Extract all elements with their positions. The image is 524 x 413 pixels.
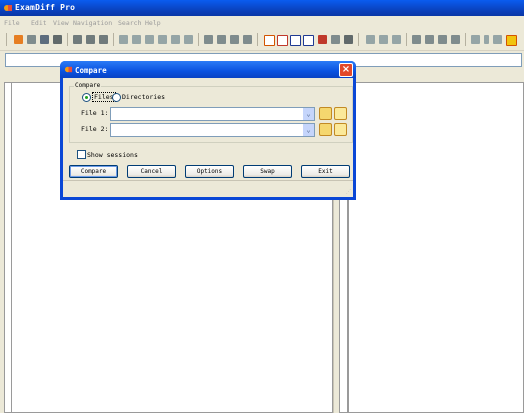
layout5-icon[interactable] (318, 35, 327, 44)
findprev-icon[interactable] (438, 35, 447, 44)
open-compare-icon[interactable] (14, 35, 23, 44)
toolbar-separator (358, 33, 359, 46)
layout4-icon[interactable] (303, 35, 314, 46)
undo-icon[interactable] (204, 35, 213, 44)
app-titlebar: ExamDiff Pro (0, 0, 524, 16)
resize-grip-icon[interactable]: ⋰ (346, 189, 351, 195)
toolbar-separator (67, 33, 68, 46)
files-radio[interactable] (82, 93, 91, 102)
redo-icon[interactable] (217, 35, 226, 44)
menu-file[interactable]: File (4, 19, 20, 27)
menu-navigation[interactable]: Navigation (73, 19, 112, 27)
file2-label: File 2: (81, 125, 109, 133)
edit2-icon[interactable] (132, 35, 141, 44)
open-file2-icon[interactable] (334, 123, 347, 136)
updown-icon[interactable] (379, 35, 388, 44)
refresh-icon[interactable] (451, 35, 460, 44)
dropdown-icon[interactable] (484, 35, 489, 44)
edit4-icon[interactable] (158, 35, 167, 44)
options-icon[interactable] (493, 35, 502, 44)
menu-view[interactable]: View (53, 19, 69, 27)
app-title: ExamDiff Pro (15, 3, 76, 12)
compare-group: Compare Files Directories File 1: ⌄ File… (69, 82, 353, 143)
dialog-body: Compare Files Directories File 1: ⌄ File… (63, 78, 353, 197)
menu-help[interactable]: Help (145, 19, 161, 27)
up-icon[interactable] (366, 35, 375, 44)
dialog-app-icon (64, 65, 73, 76)
right-pane[interactable] (348, 82, 524, 413)
new-icon[interactable] (27, 35, 36, 44)
find-icon[interactable] (412, 35, 421, 44)
layout1-icon[interactable] (264, 35, 275, 46)
dialog-title: Compare (75, 66, 107, 75)
toolbar-separator (113, 33, 114, 46)
edit3-icon[interactable] (145, 35, 154, 44)
down-icon[interactable] (392, 35, 401, 44)
browse-file2-icon[interactable] (319, 123, 332, 136)
chevron-down-icon[interactable]: ⌄ (303, 108, 314, 120)
print-icon[interactable] (53, 35, 62, 44)
exit-button[interactable]: Exit (301, 165, 350, 178)
filter-icon[interactable] (331, 35, 340, 44)
view1-icon[interactable] (73, 35, 82, 44)
edit6-icon[interactable] (184, 35, 193, 44)
group-label: Compare (74, 82, 102, 89)
directories-radio-label[interactable]: Directories (122, 93, 165, 101)
block-icon[interactable] (344, 35, 353, 44)
layout3-icon[interactable] (290, 35, 301, 46)
browse-file1-icon[interactable] (319, 107, 332, 120)
close-icon[interactable]: × (339, 63, 353, 77)
toolbar-separator (406, 33, 407, 46)
toolbar-separator (6, 33, 7, 46)
next-icon[interactable] (230, 35, 239, 44)
toolbar-separator (257, 33, 258, 46)
findnext-icon[interactable] (425, 35, 434, 44)
menu-search[interactable]: Search (118, 19, 141, 27)
layout2-icon[interactable] (277, 35, 288, 46)
compare-dialog: Compare × Compare Files Directories File… (60, 61, 356, 200)
settings-icon[interactable] (506, 35, 517, 46)
show-sessions-checkbox[interactable] (77, 150, 86, 159)
view3-icon[interactable] (99, 35, 108, 44)
open-file1-icon[interactable] (334, 107, 347, 120)
menu-edit[interactable]: Edit (31, 19, 47, 27)
options-button[interactable]: Options (185, 165, 234, 178)
chevron-down-icon[interactable]: ⌄ (303, 124, 314, 136)
toolbar-separator (465, 33, 466, 46)
save-icon[interactable] (40, 35, 49, 44)
file1-combo[interactable]: ⌄ (110, 107, 315, 121)
file1-label: File 1: (81, 109, 109, 117)
directories-radio[interactable] (112, 93, 121, 102)
app-logo-icon (3, 3, 13, 15)
edit5-icon[interactable] (171, 35, 180, 44)
dialog-titlebar: Compare × (60, 61, 356, 78)
edit1-icon[interactable] (119, 35, 128, 44)
list-icon[interactable] (471, 35, 480, 44)
dialog-status-divider (63, 180, 353, 181)
file2-combo[interactable]: ⌄ (110, 123, 315, 137)
toolbar-separator (198, 33, 199, 46)
view2-icon[interactable] (86, 35, 95, 44)
menu-bar: File Edit View Navigation Search Help (0, 16, 524, 29)
prev-icon[interactable] (243, 35, 252, 44)
show-sessions-label[interactable]: Show sessions (87, 151, 138, 159)
compare-button[interactable]: Compare (69, 165, 118, 178)
swap-button[interactable]: Swap (243, 165, 292, 178)
cancel-button[interactable]: Cancel (127, 165, 176, 178)
toolbar (0, 29, 524, 51)
